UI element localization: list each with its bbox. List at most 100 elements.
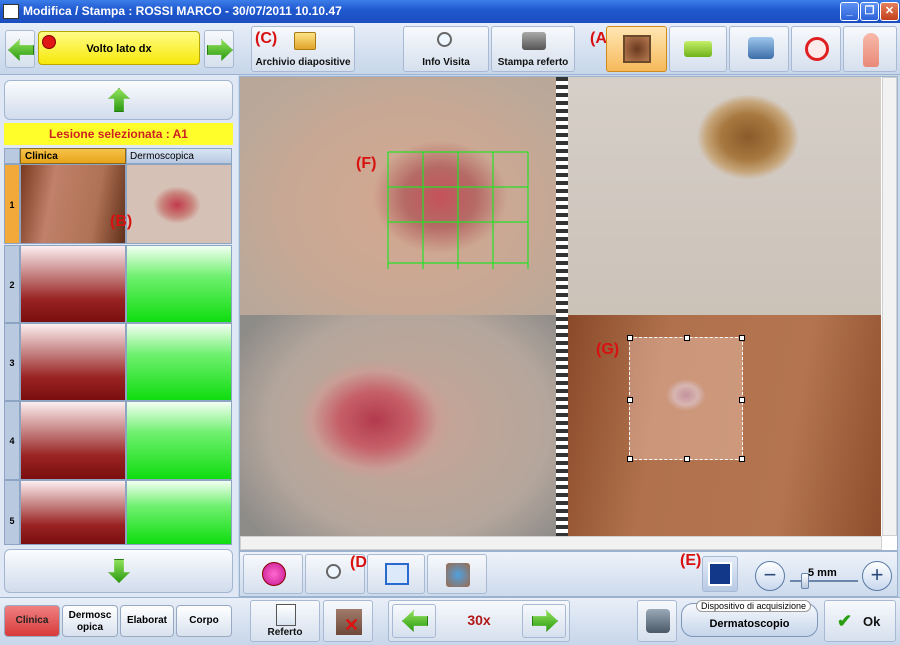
scale-value: 5 mm (808, 567, 837, 579)
resize-handle[interactable] (684, 335, 690, 341)
clinical-thumbnail[interactable] (20, 164, 126, 244)
tab-clinical[interactable]: Clinica (4, 605, 60, 637)
selected-lesion: Lesione selezionata : A1 (4, 123, 233, 145)
location-label: Volto lato dx (86, 43, 152, 55)
report-label: Referto (267, 627, 303, 638)
tab-processed[interactable]: Elaborat (120, 605, 174, 637)
minimize-button[interactable]: _ (840, 2, 859, 21)
clinical-empty-slot[interactable] (20, 480, 126, 545)
dermoscopic-thumbnail[interactable] (126, 164, 232, 244)
prev-location-button[interactable] (5, 30, 35, 68)
window-title: Modifica / Stampa : ROSSI MARCO - 30/07/… (23, 4, 342, 18)
row-number[interactable]: 4 (4, 401, 20, 480)
print-report-label: Stampa referto (497, 57, 569, 68)
video-camera-icon (684, 41, 712, 57)
magnifier-icon (326, 564, 341, 579)
resize-handle[interactable] (684, 456, 690, 462)
device-caption: Dispositivo di acquisizione (696, 600, 812, 612)
row-number[interactable]: 1 (4, 164, 20, 244)
measurement-grid[interactable] (240, 77, 556, 315)
annotation-b: (B) (110, 213, 133, 230)
crop-selection[interactable] (627, 335, 745, 462)
dermoscopic-image-nevus[interactable] (568, 77, 881, 315)
clinical-empty-slot[interactable] (20, 323, 126, 401)
device-icon (646, 609, 670, 633)
annotation-e: (E) (680, 552, 702, 569)
arrow-right-icon (207, 39, 233, 61)
delete-report-button[interactable]: ✕ (323, 600, 373, 642)
dermoscopy-view-button[interactable] (606, 26, 667, 72)
row-number[interactable]: 5 (4, 480, 20, 545)
human-body-icon (863, 33, 879, 67)
decrease-zoom-button[interactable] (392, 604, 436, 638)
monitor-icon (708, 562, 732, 586)
close-button[interactable]: ✕ (880, 2, 899, 21)
vertical-scrollbar[interactable] (882, 77, 897, 536)
row-number[interactable]: 2 (4, 245, 20, 323)
clinical-empty-slot[interactable] (20, 401, 126, 480)
dermoscopic-empty-slot[interactable] (126, 323, 232, 401)
title-bar: Modifica / Stampa : ROSSI MARCO - 30/07/… (0, 0, 900, 23)
prohibited-icon (805, 37, 829, 61)
print-report-button[interactable]: Stampa referto (491, 26, 575, 72)
zoom-level: 30x (467, 612, 491, 628)
next-location-button[interactable] (204, 30, 234, 68)
dermoscopic-empty-slot[interactable] (126, 401, 232, 480)
image-edit-button[interactable] (427, 554, 487, 594)
report-button[interactable]: Referto (250, 600, 320, 642)
device-settings-button[interactable] (637, 600, 677, 642)
dermoscopic-empty-slot[interactable] (126, 245, 232, 323)
visit-info-label: Info Visita (422, 57, 470, 68)
scroll-down-button[interactable] (4, 549, 233, 593)
zoom-in-button[interactable]: + (862, 561, 892, 591)
resize-handle[interactable] (739, 456, 745, 462)
annotation-g: (G) (596, 341, 620, 358)
column-header-clinical[interactable]: Clinica (20, 148, 126, 164)
photo-camera-button[interactable] (729, 26, 789, 72)
arrow-right-icon (532, 610, 558, 632)
magnifier-icon (437, 32, 452, 47)
fullscreen-button[interactable] (702, 556, 738, 592)
dermoscopic-image-grid[interactable]: (F) (240, 77, 556, 315)
annotation-f: (F) (356, 155, 377, 172)
app-icon (3, 4, 19, 19)
red-x-icon: ✕ (344, 615, 360, 635)
increase-zoom-button[interactable] (522, 604, 566, 638)
row-number[interactable]: 3 (4, 323, 20, 401)
arrow-down-icon (108, 559, 130, 583)
no-age-button[interactable] (791, 26, 841, 72)
arrow-left-icon (402, 610, 428, 632)
split-divider[interactable] (556, 77, 568, 536)
horizontal-scrollbar[interactable] (240, 536, 882, 550)
row-header-corner (4, 148, 20, 164)
resize-handle[interactable] (739, 397, 745, 403)
location-selector[interactable]: Volto lato dx (38, 31, 200, 65)
tab-body[interactable]: Corpo (176, 605, 232, 637)
remove-icon[interactable] (42, 35, 56, 49)
resize-handle[interactable] (739, 335, 745, 341)
archive-label: Archivio diapositive (255, 57, 351, 68)
delete-image-button[interactable] (243, 554, 303, 594)
resize-handle[interactable] (627, 456, 633, 462)
printer-icon (522, 32, 546, 50)
resize-handle[interactable] (627, 335, 633, 341)
expand-icon (385, 563, 409, 585)
zoom-out-button[interactable]: − (755, 561, 785, 591)
acquisition-device-button[interactable]: Dispositivo di acquisizione Dermatoscopi… (681, 600, 818, 637)
dermoscopic-image-lesion[interactable] (240, 315, 556, 536)
clinical-image[interactable]: (G) (568, 315, 881, 536)
maximize-button[interactable]: ❐ (860, 2, 879, 21)
visit-info-button[interactable]: Info Visita (403, 26, 489, 72)
dermoscopic-empty-slot[interactable] (126, 480, 232, 545)
zoom-selector: 30x (388, 600, 570, 642)
clinical-empty-slot[interactable] (20, 245, 126, 323)
resize-handle[interactable] (627, 397, 633, 403)
scroll-up-button[interactable] (4, 80, 233, 120)
column-header-dermoscopic[interactable]: Dermoscopica (126, 148, 232, 164)
annotation-c: (C) (255, 30, 278, 47)
tab-dermoscopic[interactable]: Dermosc opica (62, 605, 118, 637)
body-map-button[interactable] (843, 26, 897, 72)
ok-button[interactable]: ✔ Ok (824, 600, 896, 642)
video-camera-button[interactable] (669, 26, 727, 72)
fit-screen-button[interactable] (367, 554, 425, 594)
